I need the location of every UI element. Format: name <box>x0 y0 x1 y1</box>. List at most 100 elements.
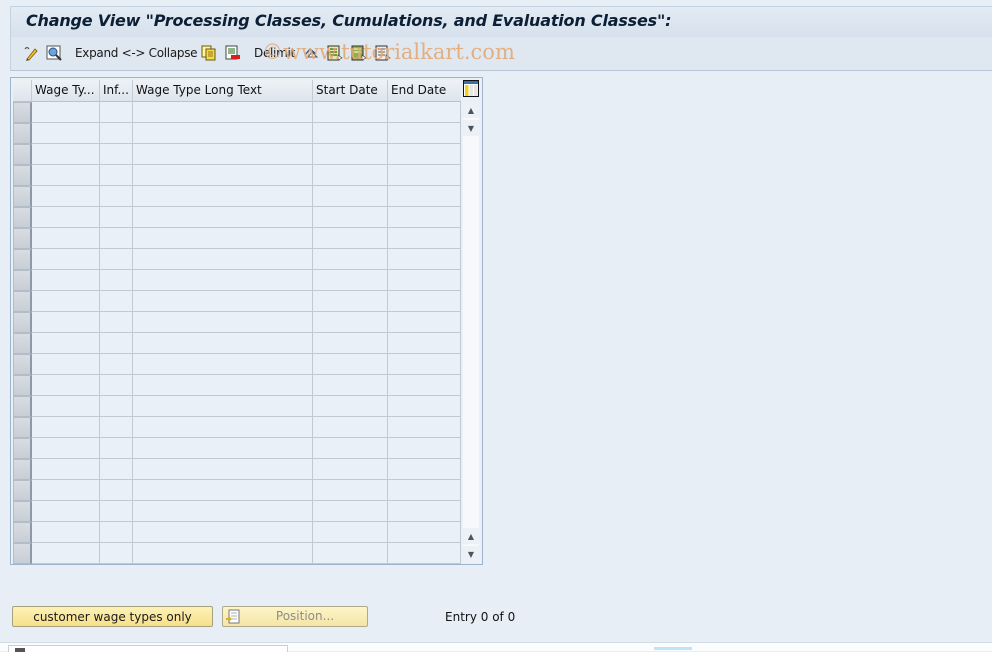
row-selector-button[interactable] <box>13 543 32 564</box>
row-selector-button[interactable] <box>13 144 32 165</box>
expand-collapse-button[interactable]: Expand <-> Collapse <box>75 45 198 61</box>
table-cell[interactable] <box>32 123 100 144</box>
table-cell[interactable] <box>133 102 313 123</box>
table-cell[interactable] <box>133 480 313 501</box>
deselect-all-icon[interactable] <box>375 45 391 61</box>
row-selector-button[interactable] <box>13 312 32 333</box>
table-cell[interactable] <box>388 480 461 501</box>
table-cell[interactable] <box>100 123 133 144</box>
column-header-end-date[interactable]: End Date <box>388 80 461 101</box>
table-cell[interactable] <box>313 312 388 333</box>
table-cell[interactable] <box>388 144 461 165</box>
table-cell[interactable] <box>313 186 388 207</box>
row-selector-button[interactable] <box>13 102 32 123</box>
table-cell[interactable] <box>313 102 388 123</box>
copy-as-icon[interactable] <box>201 45 217 61</box>
table-cell[interactable] <box>32 144 100 165</box>
scroll-line-down-top-button[interactable]: ▼ <box>463 120 479 136</box>
column-header-inf[interactable]: Inf... <box>100 80 133 101</box>
row-selector-button[interactable] <box>13 501 32 522</box>
table-cell[interactable] <box>100 186 133 207</box>
table-cell[interactable] <box>32 270 100 291</box>
table-cell[interactable] <box>32 165 100 186</box>
row-selector-button[interactable] <box>13 270 32 291</box>
table-cell[interactable] <box>133 333 313 354</box>
table-cell[interactable] <box>313 543 388 564</box>
table-cell[interactable] <box>100 354 133 375</box>
row-selector-button[interactable] <box>13 438 32 459</box>
table-cell[interactable] <box>388 207 461 228</box>
table-cell[interactable] <box>388 417 461 438</box>
table-cell[interactable] <box>388 123 461 144</box>
table-cell[interactable] <box>100 270 133 291</box>
table-settings-icon[interactable] <box>463 80 479 97</box>
row-selector-button[interactable] <box>13 165 32 186</box>
table-cell[interactable] <box>100 480 133 501</box>
table-cell[interactable] <box>313 438 388 459</box>
table-cell[interactable] <box>133 438 313 459</box>
table-cell[interactable] <box>313 291 388 312</box>
table-cell[interactable] <box>133 123 313 144</box>
table-cell[interactable] <box>133 207 313 228</box>
table-cell[interactable] <box>133 165 313 186</box>
row-selector-button[interactable] <box>13 354 32 375</box>
row-selector-button[interactable] <box>13 459 32 480</box>
table-cell[interactable] <box>100 459 133 480</box>
table-cell[interactable] <box>313 207 388 228</box>
table-cell[interactable] <box>100 438 133 459</box>
table-cell[interactable] <box>133 459 313 480</box>
table-cell[interactable] <box>133 543 313 564</box>
table-cell[interactable] <box>133 249 313 270</box>
table-cell[interactable] <box>388 459 461 480</box>
table-cell[interactable] <box>32 543 100 564</box>
row-selector-button[interactable] <box>13 396 32 417</box>
table-cell[interactable] <box>388 165 461 186</box>
row-selector-button[interactable] <box>13 522 32 543</box>
table-cell[interactable] <box>133 186 313 207</box>
table-cell[interactable] <box>388 102 461 123</box>
table-cell[interactable] <box>100 144 133 165</box>
table-cell[interactable] <box>100 249 133 270</box>
table-cell[interactable] <box>388 312 461 333</box>
table-cell[interactable] <box>100 522 133 543</box>
table-cell[interactable] <box>388 270 461 291</box>
table-cell[interactable] <box>388 501 461 522</box>
table-cell[interactable] <box>388 333 461 354</box>
select-all-icon[interactable] <box>327 45 343 61</box>
table-cell[interactable] <box>32 186 100 207</box>
table-cell[interactable] <box>313 123 388 144</box>
undo-change-icon[interactable] <box>303 45 319 61</box>
row-selector-button[interactable] <box>13 417 32 438</box>
details-icon[interactable] <box>46 45 62 61</box>
customer-wage-types-only-button[interactable]: customer wage types only <box>12 606 213 627</box>
table-cell[interactable] <box>100 228 133 249</box>
table-cell[interactable] <box>100 291 133 312</box>
table-cell[interactable] <box>313 396 388 417</box>
table-cell[interactable] <box>313 144 388 165</box>
table-cell[interactable] <box>313 501 388 522</box>
table-cell[interactable] <box>133 522 313 543</box>
table-cell[interactable] <box>388 396 461 417</box>
delimit-button[interactable]: Delimit <box>254 45 295 61</box>
row-selector-button[interactable] <box>13 249 32 270</box>
table-cell[interactable] <box>32 417 100 438</box>
table-cell[interactable] <box>388 375 461 396</box>
vertical-scrollbar[interactable]: ▲ ▼ ▲ ▼ <box>463 102 479 562</box>
scroll-page-up-button[interactable]: ▲ <box>463 102 479 118</box>
table-cell[interactable] <box>32 312 100 333</box>
table-cell[interactable] <box>313 522 388 543</box>
table-cell[interactable] <box>100 543 133 564</box>
table-cell[interactable] <box>313 333 388 354</box>
table-cell[interactable] <box>32 522 100 543</box>
table-cell[interactable] <box>100 312 133 333</box>
row-selector-button[interactable] <box>13 333 32 354</box>
table-cell[interactable] <box>313 165 388 186</box>
table-cell[interactable] <box>133 270 313 291</box>
table-cell[interactable] <box>32 291 100 312</box>
row-selector-button[interactable] <box>13 228 32 249</box>
table-cell[interactable] <box>100 396 133 417</box>
table-cell[interactable] <box>32 375 100 396</box>
table-cell[interactable] <box>388 249 461 270</box>
table-cell[interactable] <box>133 291 313 312</box>
table-cell[interactable] <box>133 228 313 249</box>
